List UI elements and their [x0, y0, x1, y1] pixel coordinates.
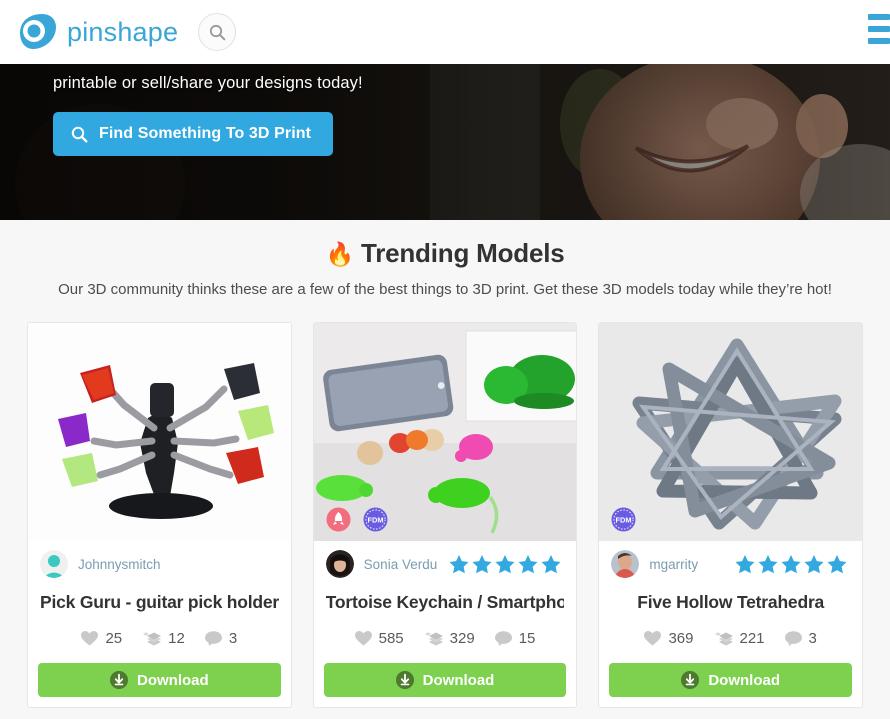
download-icon: [681, 671, 700, 689]
model-author-row: Sonia Verdu: [325, 545, 565, 583]
prints-stat: 12: [142, 630, 185, 647]
comments-count: 3: [228, 630, 238, 647]
star-rating: [734, 554, 850, 575]
model-author-row: mgarrity: [611, 545, 850, 583]
prints-count: 12: [168, 630, 185, 647]
rocket-badge: [326, 507, 351, 532]
heart-icon: [354, 631, 372, 646]
hamburger-bar: [868, 26, 890, 32]
comment-icon: [494, 631, 512, 646]
five-stars-icon: [735, 554, 847, 573]
model-stats: 369 221 3: [611, 630, 850, 647]
default-user-avatar-icon: [40, 550, 68, 578]
download-icon: [110, 671, 128, 689]
guitar-pick-holder-image: [28, 323, 291, 541]
prints-stat: 329: [424, 630, 475, 647]
user-photo-avatar-icon: [325, 550, 354, 578]
fdm-badge: FDM: [611, 507, 636, 532]
model-title[interactable]: Pick Guru - guitar pick holder/...: [40, 592, 279, 613]
comments-stat: 3: [784, 630, 817, 647]
trending-subtitle: Our 3D community thinks these are a few …: [58, 281, 832, 298]
author-name[interactable]: mgarrity: [649, 557, 698, 572]
search-icon: [209, 24, 226, 40]
logo[interactable]: pinshape: [16, 11, 178, 53]
model-badges: FDM: [326, 507, 388, 532]
five-stars-icon: [449, 554, 561, 573]
hamburger-menu-icon[interactable]: [868, 14, 890, 44]
download-button[interactable]: Download: [609, 663, 853, 697]
likes-stat: 25: [81, 630, 122, 647]
likes-count: 369: [668, 630, 694, 647]
download-button[interactable]: Download: [323, 663, 567, 697]
author-name[interactable]: Johnnysmitch: [78, 557, 161, 572]
model-card-body: mgarrity Five Hollow Tetrahedra 369 221 …: [599, 545, 862, 647]
model-thumbnail[interactable]: [28, 323, 291, 541]
likes-stat: 585: [354, 630, 404, 647]
layers-icon: [143, 631, 162, 645]
star-rating: [448, 554, 564, 575]
hero-subtitle: printable or sell/share your designs tod…: [53, 74, 363, 92]
likes-count: 585: [378, 630, 404, 647]
hamburger-bar: [868, 38, 890, 44]
page-title: 🔥 Trending Models: [0, 238, 890, 269]
model-thumbnail[interactable]: FDM: [313, 323, 577, 541]
model-card-body: Johnnysmitch Pick Guru - guitar pick hol…: [28, 545, 291, 647]
model-card[interactable]: Johnnysmitch Pick Guru - guitar pick hol…: [27, 322, 292, 708]
prints-count: 329: [449, 630, 475, 647]
layers-icon: [424, 631, 443, 645]
page-root: pinshape printable or sell/share your de…: [0, 0, 890, 719]
comments-stat: 15: [494, 630, 536, 647]
find-something-to-3d-print-button[interactable]: Find Something To 3D Print: [53, 112, 334, 156]
svg-text:FDM: FDM: [616, 516, 632, 525]
fire-icon: 🔥: [325, 241, 354, 267]
fdm-badge: FDM: [363, 507, 388, 532]
layers-icon: [714, 631, 733, 645]
download-icon: [395, 671, 414, 689]
download-button[interactable]: Download: [38, 663, 281, 697]
hamburger-bar: [868, 14, 890, 20]
heart-icon: [644, 631, 662, 646]
comment-icon: [784, 631, 802, 646]
hero-content: printable or sell/share your designs tod…: [53, 74, 363, 156]
comments-count: 3: [808, 630, 817, 647]
model-badges: FDM: [611, 507, 636, 532]
brand-name: pinshape: [67, 16, 179, 47]
model-thumbnail[interactable]: FDM: [599, 323, 863, 541]
pinshape-logo-icon: [16, 11, 58, 53]
model-author-row: Johnnysmitch: [40, 545, 279, 583]
avatar[interactable]: [611, 550, 640, 578]
model-title[interactable]: Tortoise Keychain / Smartpho...: [326, 592, 565, 613]
site-header: pinshape: [0, 0, 890, 64]
avatar[interactable]: [40, 550, 68, 578]
comment-icon: [204, 631, 222, 646]
user-photo-avatar-icon: [611, 550, 640, 578]
model-title[interactable]: Five Hollow Tetrahedra: [611, 592, 850, 613]
comments-count: 15: [518, 630, 536, 647]
heart-icon: [81, 631, 99, 646]
likes-count: 25: [105, 630, 123, 647]
author-name[interactable]: Sonia Verdu: [364, 557, 438, 572]
model-card[interactable]: FDM: [312, 322, 578, 708]
trending-title-text: Trending Models: [360, 238, 565, 268]
prints-count: 221: [739, 630, 765, 647]
search-icon: [71, 126, 88, 143]
avatar[interactable]: [325, 550, 354, 578]
likes-stat: 369: [644, 630, 694, 647]
hero-banner: printable or sell/share your designs tod…: [0, 64, 890, 220]
model-card-body: Sonia Verdu Tortoise Keychain / Smartpho…: [314, 545, 577, 647]
model-stats: 585 329 15: [326, 630, 565, 647]
trending-section: 🔥 Trending Models Our 3D community think…: [0, 220, 890, 708]
model-card[interactable]: FDM: [598, 322, 864, 708]
trending-card-grid: Johnnysmitch Pick Guru - guitar pick hol…: [0, 322, 890, 708]
download-label: Download: [422, 671, 495, 689]
five-hollow-tetrahedra-image: [599, 323, 863, 541]
download-label: Download: [708, 671, 781, 689]
prints-stat: 221: [714, 630, 765, 647]
svg-text:FDM: FDM: [367, 516, 383, 525]
comments-stat: 3: [204, 630, 238, 647]
hero-cta-label: Find Something To 3D Print: [99, 125, 312, 142]
header-search-button[interactable]: [198, 13, 237, 51]
download-label: Download: [137, 671, 209, 689]
model-stats: 25 12 3: [40, 630, 279, 647]
